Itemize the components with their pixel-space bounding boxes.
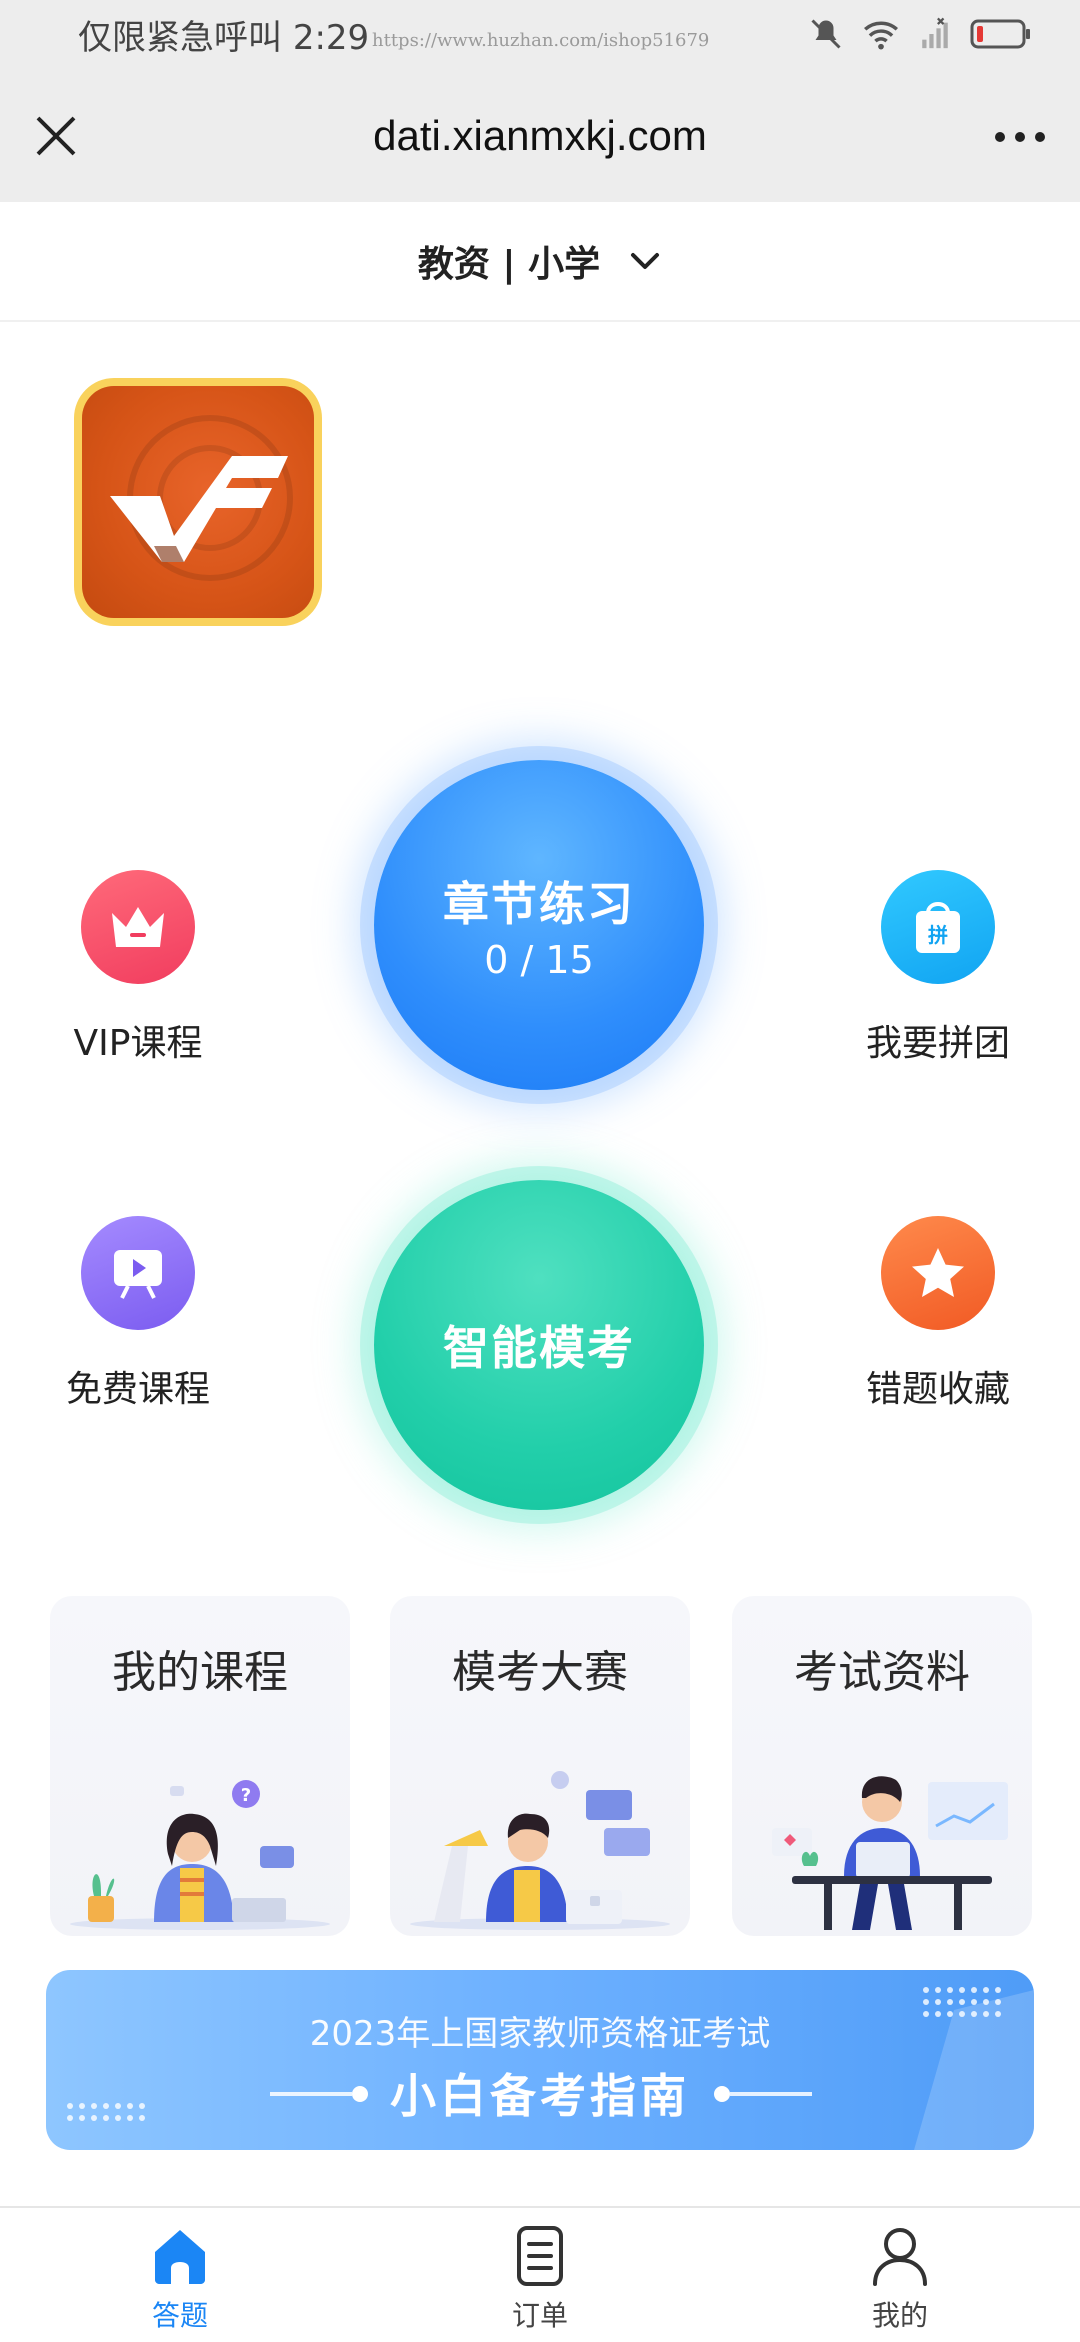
- browser-header: dati.xianmxkj.com: [0, 72, 1080, 202]
- order-list-icon: [517, 2226, 563, 2286]
- more-options-icon[interactable]: [990, 122, 1050, 152]
- exam-materials-card[interactable]: 考试资料: [732, 1596, 1032, 1936]
- user-icon: [873, 2228, 927, 2286]
- site-title: dati.xianmxkj.com: [373, 112, 707, 159]
- logo-mark-icon: [110, 415, 293, 581]
- status-carrier-time: 仅限紧急呼叫 2:29: [78, 10, 369, 59]
- desk-illustration: [772, 1776, 1008, 1930]
- signal-icon: [922, 17, 948, 49]
- banner-right-line: [730, 2092, 812, 2096]
- chapter-practice-button[interactable]: 章节练习 0 / 15: [374, 760, 704, 1090]
- banner-title: 小白备考指南: [390, 2069, 690, 2123]
- star-icon: [881, 1216, 995, 1330]
- exam-materials-title: 考试资料: [794, 1647, 970, 1698]
- tab-answer-label: 答题: [151, 2299, 208, 2332]
- wrong-questions-label: 错题收藏: [865, 1369, 1010, 1410]
- crown-icon: [81, 870, 195, 984]
- status-icons: [808, 16, 1032, 52]
- chapter-practice-progress: 0 / 15: [484, 938, 594, 982]
- vip-course-label: VIP课程: [73, 1023, 203, 1064]
- my-course-title: 我的课程: [112, 1647, 288, 1698]
- group-buy-label: 我要拼团: [865, 1023, 1010, 1064]
- wrong-questions-link[interactable]: 错题收藏: [838, 1216, 1038, 1412]
- status-bar: 仅限紧急呼叫 2:29 https://www.huzhan.com/ishop…: [0, 0, 1080, 72]
- app-logo: [74, 378, 322, 626]
- tab-mine-label: 我的: [871, 2299, 928, 2332]
- tab-orders[interactable]: 订单: [360, 2208, 720, 2342]
- svg-text:?: ?: [241, 1785, 251, 1806]
- banner-subtitle: 2023年上国家教师资格证考试: [309, 2014, 771, 2054]
- wifi-icon: [864, 21, 898, 50]
- student-illustration: ?: [70, 1780, 330, 1930]
- subject-selector[interactable]: 教资 | 小学: [0, 202, 1080, 322]
- carrier-text: 仅限紧急呼叫: [78, 18, 282, 58]
- bottom-tab-bar: 答题 订单 我的: [0, 2206, 1080, 2342]
- exam-guide-banner[interactable]: 2023年上国家教师资格证考试 小白备考指南: [46, 1970, 1034, 2150]
- my-course-card[interactable]: 我的课程 ?: [50, 1596, 350, 1936]
- svg-text:拼: 拼: [928, 923, 948, 947]
- smart-mock-exam-button[interactable]: 智能模考: [374, 1180, 704, 1510]
- chevron-down-icon: [631, 253, 660, 269]
- smart-mock-exam-title: 智能模考: [443, 1321, 635, 1375]
- mute-bell-icon: [811, 19, 841, 49]
- chapter-practice-title: 章节练习: [443, 877, 635, 931]
- url-overlay: https://www.huzhan.com/ishop51679: [372, 30, 710, 51]
- mock-contest-title: 模考大赛: [452, 1647, 628, 1698]
- status-time: 2:29: [292, 18, 370, 58]
- tab-mine[interactable]: 我的: [720, 2208, 1080, 2342]
- shopping-bag-icon: 拼: [881, 870, 995, 984]
- home-icon: [155, 2230, 205, 2284]
- teacher-illustration: [410, 1771, 670, 1930]
- free-course-link[interactable]: 免费课程: [38, 1216, 238, 1412]
- free-course-label: 免费课程: [65, 1369, 210, 1410]
- subject-selector-label: 教资 | 小学: [417, 244, 601, 285]
- vip-course-link[interactable]: VIP课程: [38, 870, 238, 1066]
- tab-orders-label: 订单: [511, 2299, 568, 2332]
- group-buy-link[interactable]: 拼 我要拼团: [838, 870, 1038, 1066]
- video-board-icon: [81, 1216, 195, 1330]
- battery-icon: [970, 19, 1030, 49]
- tab-answer[interactable]: 答题: [0, 2208, 360, 2342]
- banner-right-dot: [714, 2086, 730, 2102]
- mock-contest-card[interactable]: 模考大赛: [390, 1596, 690, 1936]
